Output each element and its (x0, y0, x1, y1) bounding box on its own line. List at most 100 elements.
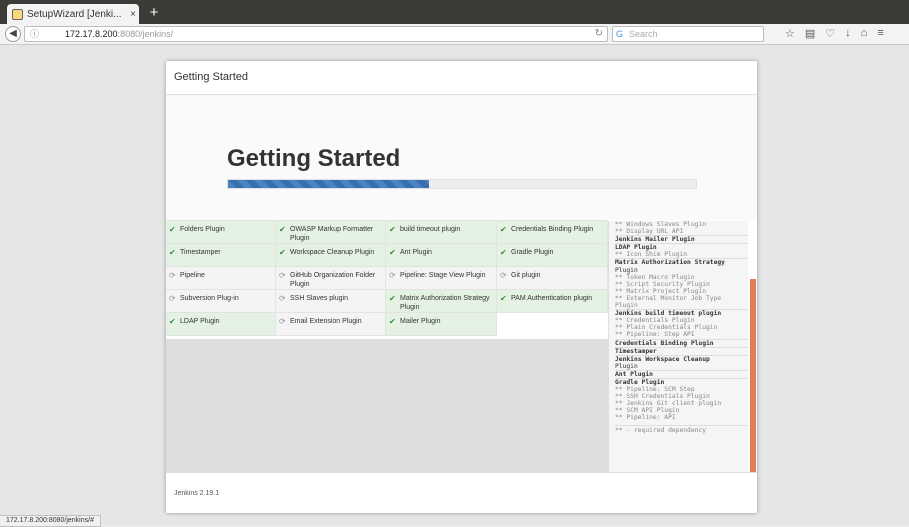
setup-wizard-dialog: Getting Started Getting Started ✔ Folders… (166, 61, 757, 513)
log-line: ** Icon Shim Plugin (615, 251, 688, 259)
log-line: Jenkins build timeout plugin (615, 309, 748, 317)
log-line: ** Matrix Project Plugin (615, 287, 706, 295)
log-line: ** Token Macro Plugin (615, 273, 695, 281)
plugin-label: build timeout plugin (400, 226, 461, 233)
checkmark-icon: ✔ (279, 248, 286, 257)
plugin-label: Subversion Plug-in (180, 295, 239, 302)
log-line: LDAP Plugin (615, 243, 748, 251)
checkmark-icon: ✔ (169, 248, 176, 257)
log-line: Timestamper (615, 346, 748, 355)
plugin-cell: ⟳ Pipeline (166, 266, 276, 290)
plugin-cell: ⟳ Git plugin (496, 266, 608, 290)
search-engine-icon: G (616, 29, 624, 39)
plugin-label: OWASP Markup Formatter Plugin (290, 226, 374, 242)
plugin-label: Git plugin (511, 272, 541, 279)
checkmark-icon: ✔ (389, 248, 396, 257)
plugin-label: Folders Plugin (180, 226, 225, 233)
reload-icon[interactable]: ↻ (595, 27, 603, 41)
plugin-cell: ✔ Workspace Cleanup Plugin (275, 243, 386, 267)
browser-titlebar: SetupWizard [Jenki... × + (0, 0, 909, 24)
browser-navbar: ◀ ⓘ 172.17.8.200:8080/jenkins/ ↻ G Searc… (0, 24, 909, 45)
plugin-cell: ✔ build timeout plugin (385, 220, 497, 244)
spinner-icon: ⟳ (500, 271, 507, 280)
home-icon[interactable]: ⌂ (861, 27, 868, 40)
plugin-label: Mailer Plugin (400, 318, 441, 325)
plugin-cell: ✔ OWASP Markup Formatter Plugin (275, 220, 386, 244)
log-legend: ** - required dependency (615, 424, 748, 434)
plugin-cell: ✔ Matrix Authorization Strategy Plugin (385, 289, 497, 313)
download-icon[interactable]: ↓ (845, 27, 851, 40)
checkmark-icon: ✔ (389, 225, 396, 234)
plugin-cell: ⟳ Subversion Plug-in (166, 289, 276, 313)
log-line: ** SSH Credentials Plugin (615, 393, 710, 401)
plugin-cell: ✔ Gradle Plugin (496, 243, 608, 267)
wizard-hero: Getting Started (166, 95, 757, 220)
url-path: :8080/jenkins/ (117, 29, 174, 39)
spinner-icon: ⟳ (279, 294, 286, 303)
plugin-cell: ✔ LDAP Plugin (166, 312, 276, 336)
bookmark-star-icon[interactable]: ☆ (785, 27, 795, 40)
progress-fill (228, 180, 430, 188)
page-content: Getting Started Getting Started ✔ Folders… (0, 45, 909, 525)
checkmark-icon: ✔ (389, 294, 396, 303)
log-line: ** Plain Credentials Plugin (615, 324, 718, 332)
jenkins-favicon-icon (12, 8, 23, 20)
checkmark-icon: ✔ (500, 225, 507, 234)
spinner-icon: ⟳ (389, 271, 396, 280)
plugin-label: Matrix Authorization Strategy Plugin (400, 295, 490, 311)
browser-tab[interactable]: SetupWizard [Jenki... × (7, 4, 139, 24)
site-info-icon[interactable]: ⓘ (30, 27, 39, 41)
spinner-icon: ⟳ (279, 271, 286, 280)
spinner-icon: ⟳ (169, 294, 176, 303)
close-tab-icon[interactable]: × (127, 9, 139, 20)
log-line: ** Pipeline: API (615, 414, 676, 422)
plugin-label: Ant Plugin (400, 249, 432, 256)
log-line: ** Display URL API (615, 228, 684, 236)
plugin-label: Credentials Binding Plugin (511, 226, 594, 233)
plugin-cell: ✔ Folders Plugin (166, 220, 276, 244)
log-line: ** Credentials Plugin (615, 317, 695, 325)
log-line: Jenkins Mailer Plugin (615, 235, 748, 243)
toolbar-icons: ☆ ▤ ♡ ↓ ⌂ ≡ (785, 27, 884, 40)
log-line: ** Jenkins Git client plugin (615, 400, 722, 408)
log-line: ** Windows Slaves Plugin (615, 221, 706, 228)
pocket-icon[interactable]: ♡ (825, 27, 835, 40)
log-line: Credentials Binding Plugin (615, 338, 748, 347)
spinner-icon: ⟳ (169, 271, 176, 280)
plugin-cell: ✔ Mailer Plugin (385, 312, 497, 336)
back-button[interactable]: ◀ (5, 26, 21, 42)
tab-title: SetupWizard [Jenki... (27, 8, 122, 20)
plugin-label: Timestamper (180, 249, 221, 256)
plugin-label: SSH Slaves plugin (290, 295, 348, 302)
log-line: Ant Plugin (615, 369, 748, 378)
plugin-label: Email Extension Plugin (290, 318, 362, 325)
checkmark-icon: ✔ (169, 225, 176, 234)
plugin-label: Pipeline (180, 272, 205, 279)
new-tab-button[interactable]: + (146, 5, 162, 21)
log-line: ** External Monitor Job Type (615, 294, 722, 302)
log-scrollbar[interactable] (750, 279, 756, 472)
plugin-cell: ✔ Ant Plugin (385, 243, 497, 267)
reading-list-icon[interactable]: ▤ (805, 27, 815, 40)
plugin-cell: ✔ Timestamper (166, 243, 276, 267)
plugin-cell: ⟳ Pipeline: Stage View Plugin (385, 266, 497, 290)
install-progress-bar (227, 179, 697, 189)
spinner-icon: ⟳ (279, 317, 286, 326)
log-line: Matrix Authorization Strategy (615, 258, 748, 266)
log-line: ** Pipeline: SCM Step (615, 386, 695, 394)
menu-icon[interactable]: ≡ (877, 27, 883, 40)
plugin-label: Workspace Cleanup Plugin (290, 249, 375, 256)
checkmark-icon: ✔ (169, 317, 176, 326)
url-bar[interactable]: ⓘ 172.17.8.200:8080/jenkins/ ↻ (24, 26, 608, 42)
log-line: ** Pipeline: Step API (615, 331, 695, 339)
log-line: Gradle Plugin (615, 377, 748, 386)
wizard-footer-version: Jenkins 2.19.1 (166, 472, 757, 513)
plugin-cell: ⟳ Email Extension Plugin (275, 312, 386, 336)
plugin-label: Gradle Plugin (511, 249, 554, 256)
plugin-cell: ✔ PAM Authentication plugin (496, 289, 608, 313)
search-input[interactable]: G Search (612, 26, 764, 42)
checkmark-icon: ✔ (389, 317, 396, 326)
url-host: 172.17.8.200 (65, 29, 118, 39)
search-placeholder: Search (629, 29, 658, 39)
plugin-cell: ⟳ GitHub Organization Folder Plugin (275, 266, 386, 290)
